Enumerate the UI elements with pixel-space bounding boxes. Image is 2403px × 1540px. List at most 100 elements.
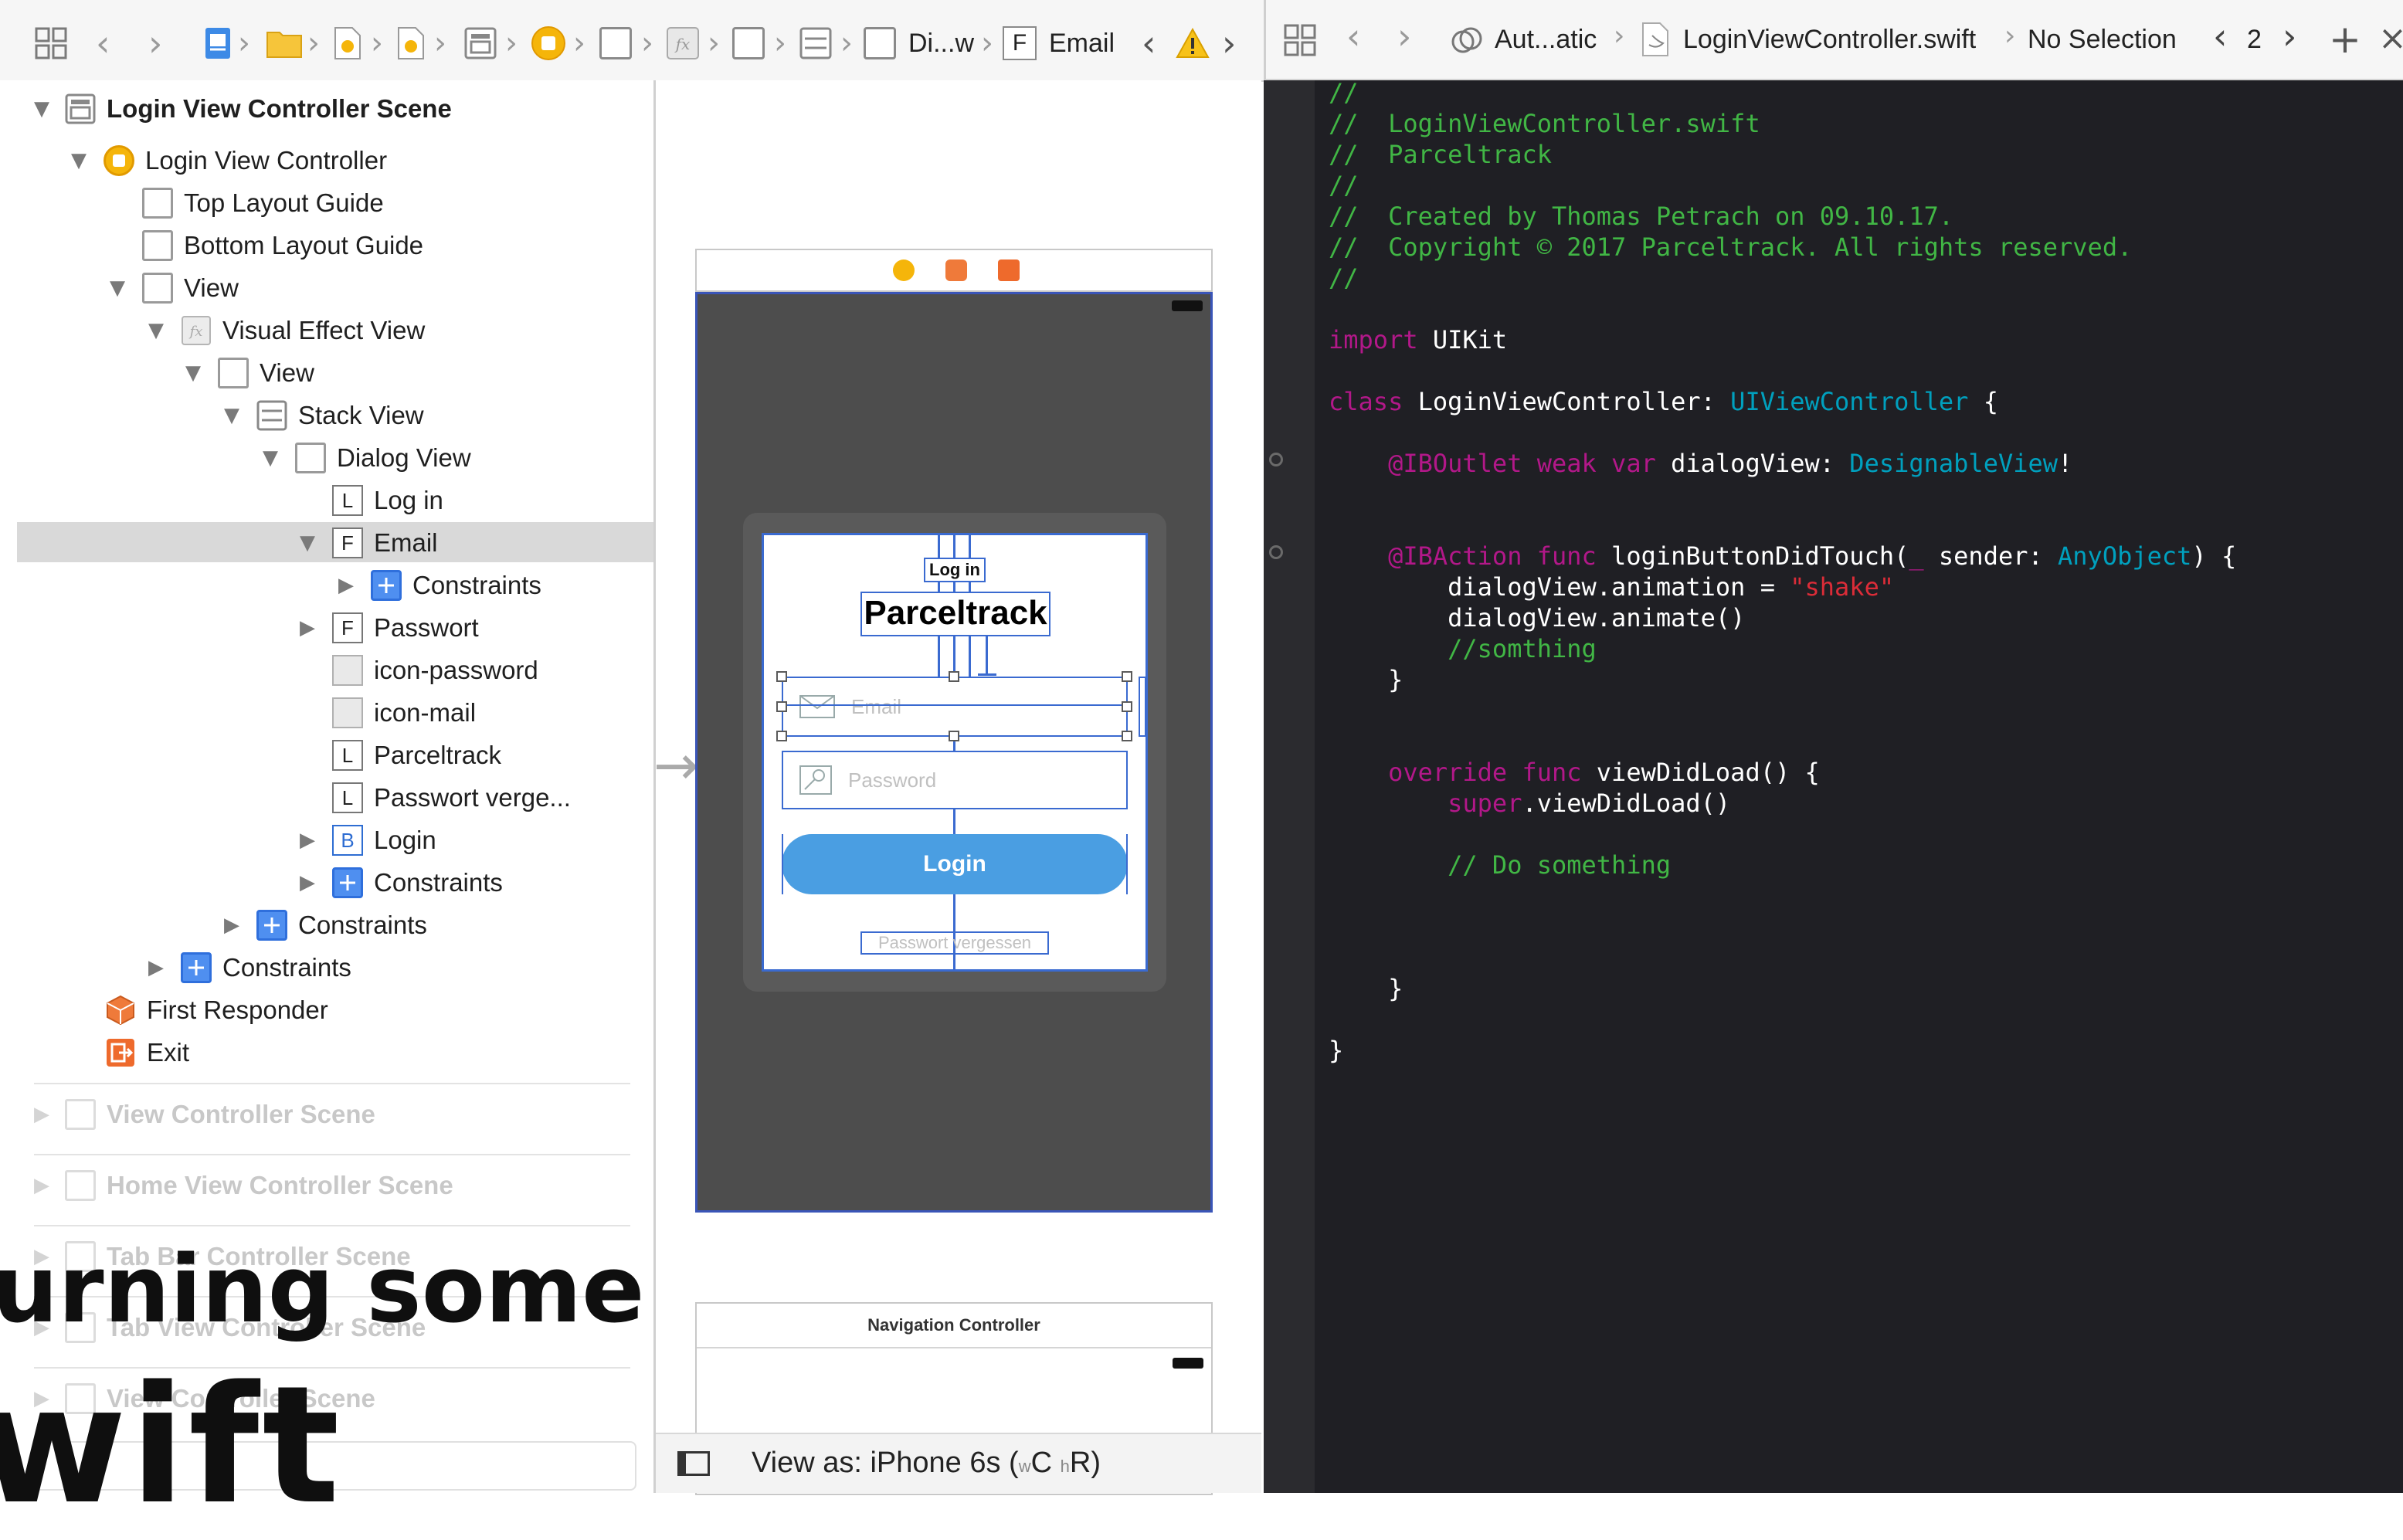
code-line[interactable]: dialogView.animation = "shake" (1329, 572, 1894, 602)
back-arrow-icon[interactable]: ‹ (96, 22, 110, 65)
outline-row-dialog-constraints[interactable]: ▶ Constraints (300, 862, 503, 904)
breadcrumb-project-icon[interactable] (202, 22, 233, 65)
code-line[interactable]: class LoginViewController: UIViewControl… (1329, 386, 1998, 417)
resize-handle[interactable] (1122, 731, 1132, 741)
close-editor-icon[interactable]: × (2378, 19, 2403, 58)
code-line[interactable]: import UIKit (1329, 324, 1507, 355)
view-icon-2[interactable] (732, 22, 765, 65)
code-line[interactable]: } (1329, 664, 1403, 695)
code-line[interactable]: // (1329, 170, 1359, 201)
disclosure-open-icon[interactable]: ▼ (110, 276, 131, 300)
next-issue-icon[interactable]: › (1222, 22, 1236, 65)
outline-row-visual-effect-view[interactable]: ▼ fx Visual Effect View (148, 310, 425, 351)
parceltrack-label[interactable]: Parceltrack (860, 592, 1050, 636)
outline-row-passwort-vergessen-label[interactable]: L Passwort verge... (332, 777, 571, 819)
action-connection-icon[interactable] (1269, 545, 1283, 559)
back-arrow-icon[interactable]: ‹ (1346, 15, 1360, 57)
outlet-connection-icon[interactable] (1269, 453, 1283, 466)
previous-issue-icon[interactable]: ‹ (1142, 22, 1156, 65)
add-editor-icon[interactable]: + (2329, 17, 2361, 62)
view-icon[interactable] (599, 22, 632, 65)
code-line[interactable]: @IBOutlet weak var dialogView: Designabl… (1329, 448, 2072, 479)
warning-icon[interactable] (1176, 22, 1210, 65)
selection-label[interactable]: No Selection (2028, 25, 2177, 55)
related-items-icon[interactable] (34, 22, 68, 65)
disclosure-closed-icon[interactable]: ▶ (300, 829, 321, 852)
outline-row-email-field[interactable]: ▼ F Email (300, 522, 438, 564)
related-items-icon[interactable] (1283, 23, 1317, 61)
dialog-view-icon[interactable] (864, 22, 896, 65)
code-line[interactable]: override func viewDidLoad() { (1329, 757, 1820, 788)
outline-row-icon-mail[interactable]: icon-mail (332, 692, 476, 734)
outline-row-view-controller-scene[interactable]: ▶ View Controller Scene (34, 1094, 375, 1135)
email-field[interactable]: Email (782, 677, 1128, 737)
outline-row-first-responder[interactable]: First Responder (105, 989, 328, 1031)
outline-row-stack-view[interactable]: ▼ Stack View (224, 395, 424, 436)
dock-exit-icon[interactable] (998, 259, 1020, 281)
outline-row-bottom-layout-guide[interactable]: Bottom Layout Guide (142, 225, 423, 266)
outline-row-view-2[interactable]: ▼ View (185, 352, 314, 394)
outline-row-email-constraints[interactable]: ▶ Constraints (338, 565, 541, 606)
file-name-label[interactable]: LoginViewController.swift (1683, 25, 1976, 55)
outline-row-parceltrack-label[interactable]: L Parceltrack (332, 734, 501, 776)
code-line[interactable]: } (1329, 973, 1403, 1004)
code-line[interactable]: // (1329, 263, 1359, 293)
resize-handle[interactable] (1122, 671, 1132, 682)
automatic-label[interactable]: Aut...atic (1495, 25, 1597, 55)
scene-dock[interactable] (695, 249, 1213, 292)
storyboard-file-icon[interactable] (334, 22, 361, 65)
code-line[interactable]: // LoginViewController.swift (1329, 108, 1760, 139)
outline-row-home-view-controller-scene[interactable]: ▶ Home View Controller Scene (34, 1165, 453, 1206)
outline-row-log-in-label[interactable]: L Log in (332, 480, 443, 521)
code-line[interactable]: // Created by Thomas Petrach on 09.10.17… (1329, 201, 1953, 232)
folder-icon[interactable] (266, 22, 303, 65)
disclosure-closed-icon[interactable]: ▶ (338, 574, 360, 597)
outline-row-login-button[interactable]: ▶ B Login (300, 819, 436, 861)
disclosure-open-icon[interactable]: ▼ (263, 446, 284, 470)
log-in-label[interactable]: Log in (924, 558, 986, 582)
login-button[interactable]: Login (782, 834, 1128, 894)
outline-row-exit[interactable]: Exit (105, 1032, 189, 1074)
swift-file-icon[interactable] (1641, 22, 1669, 61)
resize-handle[interactable] (776, 671, 787, 682)
breadcrumb-email[interactable]: Email (1049, 22, 1115, 65)
resize-handle[interactable] (949, 731, 959, 741)
outline-row-icon-password[interactable]: icon-password (332, 650, 538, 691)
dock-first-responder-icon[interactable] (945, 259, 967, 281)
next-counterpart-icon[interactable]: › (2283, 15, 2296, 57)
forgot-password-label[interactable]: Passwort vergessen (860, 931, 1049, 955)
resize-handle[interactable] (776, 731, 787, 741)
outline-row-view-constraints[interactable]: ▶ Constraints (148, 947, 351, 989)
disclosure-open-icon[interactable]: ▼ (300, 531, 321, 555)
previous-counterpart-icon[interactable]: ‹ (2213, 15, 2227, 57)
outline-row-top-layout-guide[interactable]: Top Layout Guide (142, 182, 384, 224)
disclosure-open-icon[interactable]: ▼ (34, 97, 56, 120)
outline-row-stack-constraints[interactable]: ▶ Constraints (224, 904, 427, 946)
resize-handle[interactable] (1122, 701, 1132, 712)
outline-row-dialog-view[interactable]: ▼ Dialog View (263, 437, 471, 479)
breadcrumb-dialog-view[interactable]: Di...w (908, 22, 974, 65)
resize-handle[interactable] (949, 671, 959, 682)
text-field-icon[interactable]: F (1003, 22, 1037, 65)
code-line[interactable]: // Parceltrack (1329, 139, 1552, 170)
automatic-icon[interactable] (1450, 23, 1484, 61)
code-line[interactable]: dialogView.animate() (1329, 602, 1745, 633)
outline-row-login-view-controller-scene[interactable]: ▼ Login View Controller Scene (34, 88, 452, 130)
outline-row-view[interactable]: ▼ View (110, 267, 239, 309)
resize-handle[interactable] (776, 701, 787, 712)
disclosure-closed-icon[interactable]: ▶ (300, 616, 321, 639)
disclosure-open-icon[interactable]: ▼ (71, 149, 93, 172)
code-line[interactable]: // (1329, 77, 1359, 108)
toggle-outline-icon[interactable] (677, 1451, 710, 1476)
outline-row-login-view-controller[interactable]: ▼ Login View Controller (71, 140, 387, 181)
forward-arrow-icon[interactable]: › (148, 22, 162, 65)
forward-arrow-icon[interactable]: › (1397, 15, 1411, 57)
code-line[interactable]: super.viewDidLoad() (1329, 788, 1730, 819)
outline-row-passwort-field[interactable]: ▶ F Passwort (300, 607, 479, 649)
disclosure-open-icon[interactable]: ▼ (148, 319, 170, 342)
editor-gutter[interactable] (1264, 80, 1315, 1493)
code-line[interactable]: @IBAction func loginButtonDidTouch(_ sen… (1329, 541, 2236, 572)
code-line[interactable]: // Do something (1329, 850, 1671, 880)
disclosure-open-icon[interactable]: ▼ (185, 361, 207, 385)
visual-effect-icon[interactable]: fx (666, 22, 700, 65)
